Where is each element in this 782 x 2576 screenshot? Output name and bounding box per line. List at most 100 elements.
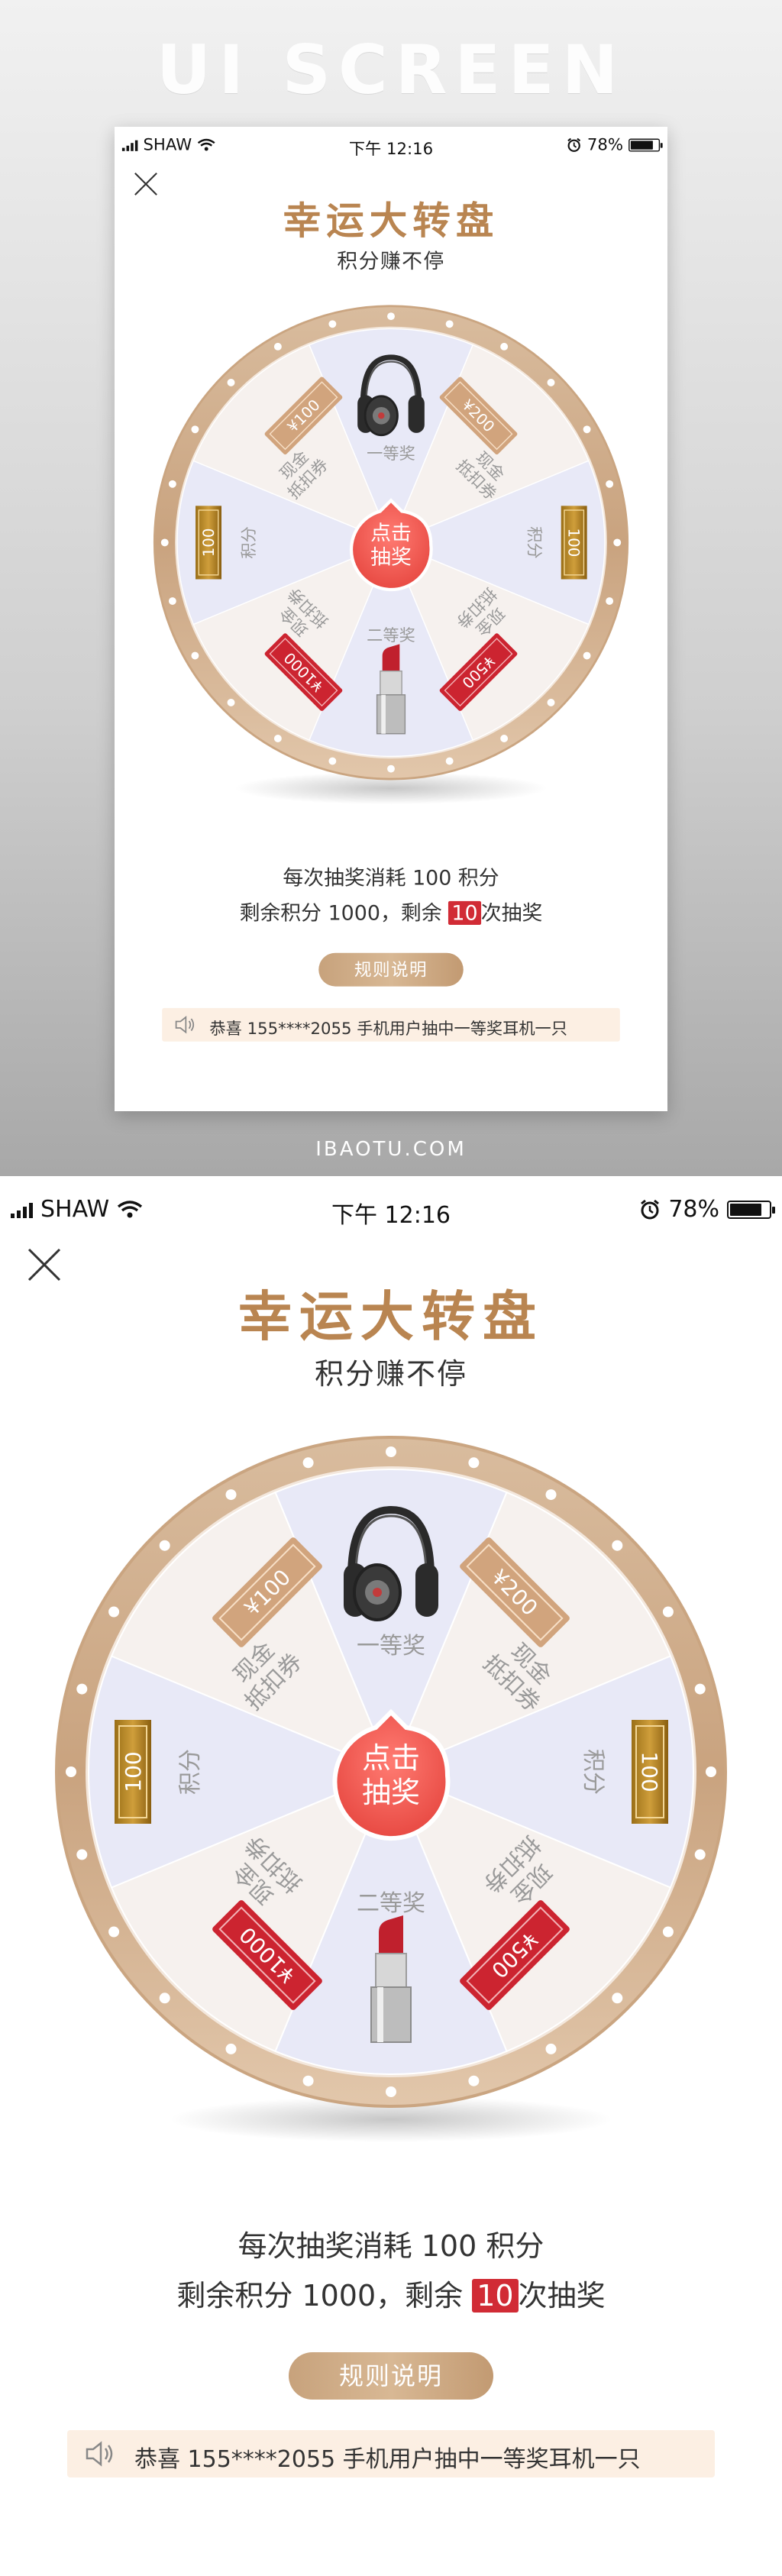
rim-light [168,480,176,488]
draw-button-line1: 点击 [362,1741,420,1775]
notice-text: 恭喜 155****2055 手机用户抽中一等奖耳机一只 [134,2446,641,2473]
rim-light [694,1683,706,1695]
rim-light [386,2086,396,2097]
rim-light [445,320,454,328]
rim-light [225,1489,237,1501]
remaining-prefix: 剩余积分 1000，剩余 [176,2279,464,2313]
svg-text:100: 100 [200,528,218,558]
rim-light [613,538,622,547]
rim-light [468,2075,480,2086]
rim-light [545,1489,557,1501]
prize-label-points-right: 积分 [524,526,543,558]
rim-light [191,651,199,660]
notice-text: 恭喜 155****2055 手机用户抽中一等奖耳机一只 [209,1019,567,1039]
draw-button-line1: 点击 [370,522,412,545]
remaining-text: 剩余积分 1000，剩余 10 次抽奖 [115,897,667,926]
remaining-prefix: 剩余积分 1000，剩余 [239,900,442,925]
rim-light [547,378,555,386]
rim-light [606,597,614,606]
alarm-icon [567,137,581,152]
rim-light [662,1926,674,1938]
alarm-icon [641,1199,660,1219]
prize-label-first: 一等奖 [357,1633,425,1660]
status-bar: SHAW 下午 12:16 78% [115,127,667,164]
rules-button[interactable]: 规则说明 [318,952,464,987]
battery-icon [727,1200,775,1219]
battery-icon [629,138,663,152]
remaining-suffix: 次抽奖 [480,900,543,925]
rim-light [159,1540,170,1551]
rim-light [108,1926,120,1938]
rim-light [662,1606,674,1618]
rim-light [328,757,337,765]
rim-light [302,1457,314,1469]
rim-light [328,320,337,328]
winner-notice: 恭喜 155****2055 手机用户抽中一等奖耳机一只 [67,2430,715,2477]
speaker-icon [175,1016,195,1034]
screen-preview: SHAW 下午 12:16 78% 幸运大转盘 积分赚不停 一等奖 二等奖 10… [115,127,667,1111]
draw-button-line2: 抽奖 [370,546,412,570]
rim-light [583,651,591,660]
prize-label-points-left: 积分 [240,526,259,558]
rim-light [612,1540,623,1551]
rim-light [500,735,509,742]
remaining-suffix: 次抽奖 [518,2279,606,2313]
remaining-count: 10 [448,900,481,925]
prize-wheel[interactable]: 一等奖 二等奖 100 积分 100 积分 ¥200 现金 抵扣券 ¥100 现… [138,299,644,807]
rim-light [468,1457,480,1469]
prize-points-right: 100 [632,1720,668,1824]
rim-light [66,1766,76,1777]
rim-light [168,597,176,606]
prize-label-second: 二等奖 [367,626,415,645]
rim-light [76,1683,88,1695]
rim-light [583,425,591,434]
battery-percent: 78% [668,1196,719,1223]
rim-light [500,342,509,351]
rim-light [273,342,282,351]
battery-percent: 78% [586,135,624,155]
prize-label-points-left: 积分 [177,1749,204,1795]
prize-label-second: 二等奖 [357,1890,425,1917]
rim-light [302,2075,314,2086]
prize-points-left: 100 [196,506,221,580]
rim-light [227,698,235,706]
draw-button-line2: 抽奖 [362,1776,420,1809]
rim-light [387,764,395,773]
rim-light [612,1993,623,2004]
preview-banner: UI SCREEN SHAW 下午 12:16 78% 幸运大转盘 积分赚不停 [0,0,782,1176]
rim-light [387,312,395,321]
rim-light [547,698,555,706]
rim-light [545,2043,557,2054]
rules-button[interactable]: 规则说明 [289,2352,493,2400]
rim-light [191,425,199,434]
status-bar: SHAW 下午 12:16 78% [0,1184,782,1237]
page-title: 幸运大转盘 [283,198,499,244]
app-screen: SHAW 下午 12:16 78% 幸运大转盘 积分赚不停 一等奖 二等奖 10… [0,1184,782,2576]
rim-light [273,735,282,742]
prize-points-right: 100 [561,506,587,580]
main-screen-container: SHAW 下午 12:16 78% 幸运大转盘 积分赚不停 一等奖 二等奖 10… [0,1184,782,2576]
banner-footer: IBAOTU.COM [315,1138,467,1161]
app-screen: SHAW 下午 12:16 78% 幸运大转盘 积分赚不停 一等奖 二等奖 10… [115,127,667,1111]
page-subtitle: 积分赚不停 [337,249,445,273]
rim-light [225,2043,237,2054]
rim-light [694,1849,706,1860]
remaining-text: 剩余积分 1000，剩余 10 次抽奖 [0,2272,782,2314]
rim-light [227,378,235,386]
prize-points-left: 100 [115,1720,151,1824]
svg-text:100: 100 [121,1751,146,1792]
prize-label-first: 一等奖 [367,444,415,464]
page-title: 幸运大转盘 [238,1285,544,1348]
rim-light [159,1993,170,2004]
remaining-count: 10 [472,2279,519,2313]
rim-light [76,1849,88,1860]
rim-light [386,1446,396,1457]
svg-text:100: 100 [565,528,583,558]
svg-text:100: 100 [637,1751,662,1792]
prize-wheel[interactable]: 一等奖 二等奖 100 积分 100 积分 ¥200 现金 抵扣券 ¥100 现… [34,1428,748,2146]
draw-cost-text: 每次抽奖消耗 100 积分 [238,2229,544,2263]
page-subtitle: 积分赚不停 [314,1357,467,1391]
winner-notice: 恭喜 155****2055 手机用户抽中一等奖耳机一只 [162,1007,620,1042]
rim-light [445,757,454,765]
rim-light [160,538,169,547]
